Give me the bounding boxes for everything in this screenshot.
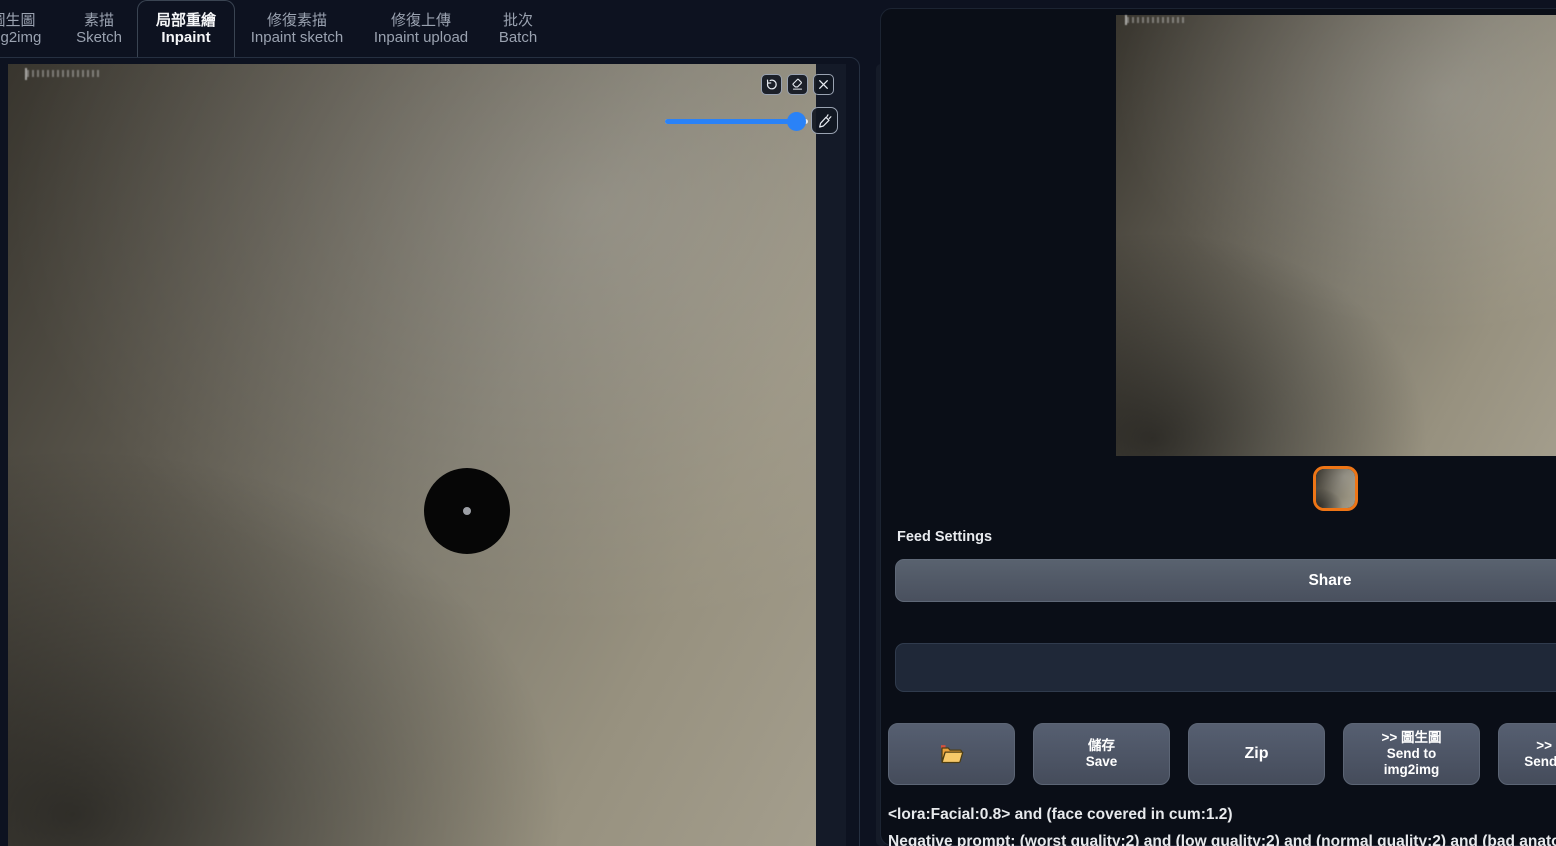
tab-label-en: Sketch — [76, 29, 122, 46]
undo-button[interactable] — [761, 74, 782, 95]
tab-label-zh: 圖生圖 — [0, 12, 36, 29]
gallery-thumbnail-selected[interactable] — [1313, 466, 1358, 511]
tab-label-zh: 素描 — [83, 12, 114, 29]
image-watermark — [1125, 15, 1187, 25]
brush-icon — [818, 113, 831, 128]
save-button[interactable]: 儲存 Save — [1033, 723, 1170, 785]
eraser-button[interactable] — [787, 74, 808, 95]
tab-inpaint-sketch[interactable]: 修復素描 Inpaint sketch — [235, 0, 359, 57]
send-img2img-label-zh: >> 圖生圖 — [1381, 730, 1442, 745]
send-img2img-label-en: Send to img2img — [1383, 746, 1440, 777]
image-watermark — [25, 68, 99, 80]
tab-label-zh: 修復上傳 — [390, 12, 451, 29]
tab-inpaint-upload[interactable]: 修復上傳 Inpaint upload — [359, 0, 483, 57]
tab-label-en: Batch — [498, 29, 538, 46]
tab-batch[interactable]: 批次 Batch — [483, 0, 553, 57]
save-label-en: Save — [1085, 754, 1118, 769]
tab-sketch[interactable]: 素描 Sketch — [61, 0, 137, 57]
image-mode-tab-bar: 圖生圖 img2img 素描 Sketch 局部重繪 Inpaint 修復素描 … — [0, 0, 553, 57]
eraser-icon — [792, 78, 803, 90]
inpaint-mask-brush-mark — [424, 468, 510, 554]
tab-img2img[interactable]: 圖生圖 img2img — [0, 0, 61, 57]
open-folder-button[interactable] — [888, 723, 1015, 785]
stable-diffusion-webui: { "tabs": { "items": [ { "zh": "圖生圖", "e… — [0, 0, 1556, 846]
tab-label-zh: 局部重繪 — [155, 12, 216, 29]
zip-button[interactable]: Zip — [1188, 723, 1325, 785]
thumbnail-image-placeholder — [1316, 469, 1355, 508]
undo-arrow-icon — [766, 79, 777, 90]
tab-inpaint[interactable]: 局部重繪 Inpaint — [137, 0, 235, 57]
inpaint-canvas-area — [8, 64, 846, 846]
brush-size-slider-fill — [665, 119, 799, 124]
share-button[interactable]: Share — [895, 559, 1556, 602]
brush-cursor-dot — [463, 507, 471, 515]
negative-prompt-text: Negative prompt: (worst quality:2) and (… — [888, 833, 1556, 846]
tab-label-zh: 修復素描 — [266, 12, 327, 29]
send-to-inpaint-button[interactable]: >> 局部重繪 Send to inpaint — [1498, 723, 1556, 785]
tab-label-en: Inpaint — [161, 29, 211, 46]
tab-label-zh: 批次 — [502, 12, 533, 29]
generated-result-image-placeholder[interactable] — [1116, 15, 1556, 456]
tab-label-en: Inpaint sketch — [250, 29, 344, 46]
close-x-icon — [819, 80, 828, 89]
save-label-zh: 儲存 — [1088, 738, 1115, 753]
tab-label-en: Inpaint upload — [373, 29, 469, 46]
close-icon[interactable] — [813, 74, 834, 95]
brush-size-slider-handle[interactable] — [787, 112, 806, 131]
open-folder-icon — [940, 745, 963, 764]
send-inpaint-label-zh: >> 局部重繪 — [1536, 738, 1556, 753]
inpaint-source-image-placeholder[interactable] — [8, 64, 816, 846]
generation-info-box — [895, 643, 1556, 692]
brush-size-adjust-button[interactable] — [811, 107, 838, 134]
positive-prompt-text: <lora:Facial:0.8> and (face covered in c… — [888, 806, 1233, 823]
feed-settings-label: Feed Settings — [897, 529, 993, 545]
send-to-img2img-button[interactable]: >> 圖生圖 Send to img2img — [1343, 723, 1480, 785]
tab-label-en: img2img — [0, 29, 42, 46]
send-inpaint-label-en: Send to inpaint — [1524, 754, 1556, 769]
